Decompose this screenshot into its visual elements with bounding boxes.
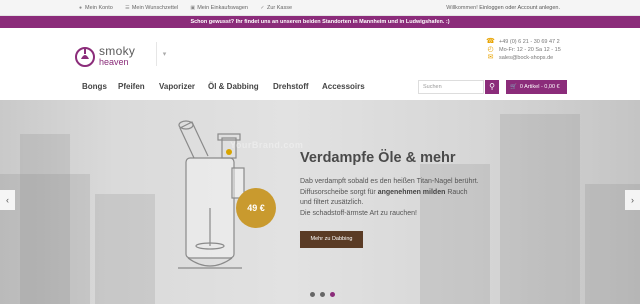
- clock-icon: ◴: [487, 46, 494, 53]
- headset-icon: ☎: [486, 38, 495, 45]
- slider-dot[interactable]: [320, 292, 325, 297]
- slide-text-line: und filtert zusätzlich.: [300, 199, 364, 206]
- slide-text-line: Diffusorscheibe sorgt für angenehmen mil…: [300, 188, 468, 196]
- contact-phone: +49 (0) 6 21 - 30 69 47 2: [499, 39, 560, 45]
- search-input[interactable]: Suchen: [418, 80, 484, 94]
- nav-item-bongs[interactable]: Bongs: [82, 82, 118, 91]
- my-account-link[interactable]: ● Mein Konto: [78, 5, 113, 11]
- check-icon: ✓: [260, 4, 265, 11]
- contact-email[interactable]: sales@bock-shops.de: [499, 54, 553, 62]
- store-notice-banner: Schon gewusst? Ihr findet uns an unseren…: [0, 16, 640, 28]
- slide-description: Dab verdampft sobald es den heißen Titan…: [300, 177, 520, 219]
- cart-button[interactable]: 🛒 0 Artikel - 0,00 €: [506, 80, 567, 94]
- cart-link-label: Mein Einkaufswagen: [197, 5, 248, 11]
- site-logo[interactable]: smoky heaven: [74, 40, 154, 72]
- slide-title: Verdampfe Öle & mehr: [300, 150, 456, 166]
- store-switcher-chevron-icon[interactable]: ▾: [156, 42, 172, 66]
- logo-text-smoky: smoky: [99, 44, 136, 58]
- welcome-text: Willkommen!: [446, 5, 478, 11]
- cart-summary: 0 Artikel - 0,00 €: [519, 84, 560, 90]
- my-account-label: Mein Konto: [85, 5, 113, 11]
- price-badge: 49 €: [236, 188, 276, 228]
- slider-dot[interactable]: [330, 292, 335, 297]
- slider-prev-arrow-icon[interactable]: ‹: [0, 190, 15, 210]
- logo-text-heaven: heaven: [99, 57, 129, 67]
- slide-text-line: Dab verdampft sobald es den heißen Titan…: [300, 178, 479, 185]
- checkout-label: Zur Kasse: [266, 5, 293, 11]
- slider-pagination: [310, 292, 335, 297]
- main-navigation: Bongs Pfeifen Vaporizer Öl & Dabbing Dre…: [82, 82, 365, 91]
- welcome-area: Willkommen! Einloggen oder Account anleg…: [446, 5, 560, 11]
- contact-info: ☎ +49 (0) 6 21 - 30 69 47 2 ◴ Mo-Fr: 12 - …: [486, 38, 566, 62]
- user-icon: ●: [78, 4, 83, 11]
- login-link[interactable]: Einloggen oder Account anlegen.: [479, 5, 560, 11]
- wishlist-link[interactable]: ☰ Mein Wunschzettel: [125, 5, 178, 11]
- slider-next-arrow-icon[interactable]: ›: [625, 190, 640, 210]
- logo-mark-icon: [74, 45, 96, 67]
- mail-icon: ✉: [487, 54, 494, 61]
- shopping-cart-icon: 🛒: [510, 84, 517, 90]
- contact-hours: Mo-Fr: 12 - 20 Sa 12 - 15: [499, 47, 561, 53]
- nav-item-pfeifen[interactable]: Pfeifen: [118, 82, 159, 91]
- nav-item-accessoirs[interactable]: Accessoirs: [322, 82, 365, 91]
- nav-item-vaporizer[interactable]: Vaporizer: [159, 82, 208, 91]
- more-dabbing-button[interactable]: Mehr zu Dabbing: [300, 231, 363, 248]
- account-links: ● Mein Konto ☰ Mein Wunschzettel ▣ Mein Ein…: [78, 5, 292, 11]
- slide-watermark: YourBrand.com: [230, 140, 304, 150]
- background-building: [95, 194, 155, 304]
- wishlist-label: Mein Wunschzettel: [131, 5, 179, 11]
- top-utility-bar: ● Mein Konto ☰ Mein Wunschzettel ▣ Mein Ein…: [0, 0, 640, 16]
- list-icon: ☰: [125, 4, 130, 11]
- search-icon[interactable]: ⚲: [485, 80, 499, 94]
- checkout-link[interactable]: ✓ Zur Kasse: [260, 5, 292, 11]
- nav-item-drehstoff[interactable]: Drehstoff: [273, 82, 322, 91]
- cart-link[interactable]: ▣ Mein Einkaufswagen: [190, 5, 248, 11]
- background-building: [20, 134, 70, 304]
- cart-icon: ▣: [190, 4, 196, 11]
- nav-item-oel-dabbing[interactable]: Öl & Dabbing: [208, 82, 273, 91]
- slider-dot[interactable]: [310, 292, 315, 297]
- slide-text-line: Die schadstoff-ärmste Art zu rauchen!: [300, 209, 417, 217]
